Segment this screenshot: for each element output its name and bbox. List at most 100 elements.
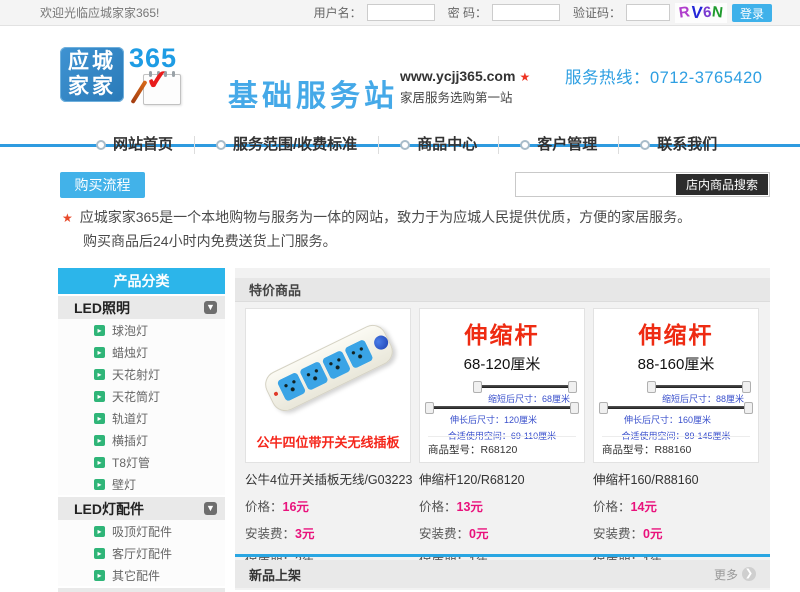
nav-item-label: 服务范围/收费标准 xyxy=(233,136,357,154)
model-value: R88160 xyxy=(655,444,692,456)
model-value: R68120 xyxy=(481,444,518,456)
more-label: 更多 xyxy=(714,566,738,583)
sidebar-item-0-4[interactable]: ▸轨道灯 xyxy=(58,407,225,429)
password-label: 密 码： xyxy=(448,4,487,21)
sidebar-item-label: 蜡烛灯 xyxy=(112,344,148,361)
category-sidebar: 产品分类 LED照明▼▸球泡灯▸蜡烛灯▸天花射灯▸天花筒灯▸轨道灯▸横插灯▸T8… xyxy=(58,268,225,592)
nav-item-3[interactable]: 客户管理 xyxy=(499,136,619,154)
login-box: 用户名： 密 码： 验证码： RV6N 登录 xyxy=(306,3,772,23)
captcha-char: N xyxy=(711,3,724,21)
username-input[interactable] xyxy=(367,4,435,21)
buy-flow-button[interactable]: 购买流程 xyxy=(60,172,145,198)
rod-short-image xyxy=(480,385,570,388)
chevron-down-icon: ▼ xyxy=(204,502,217,515)
sidebar-item-0-1[interactable]: ▸ 蜡烛灯 xyxy=(58,341,225,363)
product-card-1[interactable]: 伸缩杆68-120厘米缩短后尺寸：68厘米伸长后尺寸：120厘米合适使用空间：6… xyxy=(419,308,585,463)
sidebar-item-label: 天花射灯 xyxy=(112,366,160,383)
install-row: 安装费：0元 xyxy=(593,523,759,542)
site-url-block: www.ycjj365.com★ 家居服务选购第一站 xyxy=(400,68,530,106)
sidebar-item-0-3[interactable]: ▸天花筒灯 xyxy=(58,385,225,407)
rod-long-image xyxy=(432,406,572,409)
product-model: 商品型号：R68120 xyxy=(428,436,576,457)
sidebar-item-label: 吸顶灯配件 xyxy=(112,523,172,540)
product-name[interactable]: 公牛4位开关插板无线/G03223 xyxy=(245,469,411,488)
install-value: 3元 xyxy=(295,527,314,541)
site-logo[interactable]: 应城 家家 xyxy=(60,47,124,102)
sidebar-item-label: 轨道灯 xyxy=(112,410,148,427)
price-row: 价格：14元 xyxy=(593,496,759,515)
product-card-0[interactable]: 公牛四位带开关无线插板 xyxy=(245,308,411,463)
spec-long: 伸长后尺寸：160厘米 xyxy=(624,413,711,426)
sidebar-group-label: LED照明 xyxy=(74,298,130,318)
sidebar-item-0-5[interactable]: ▸横插灯 xyxy=(58,429,225,451)
arrow-right-icon: ▸ xyxy=(94,479,105,490)
more-arrow-icon: ❯ xyxy=(742,567,756,581)
model-label: 商品型号： xyxy=(428,444,481,456)
sidebar-item-1-0[interactable]: ▸ 吸顶灯配件 xyxy=(58,520,225,542)
site-header: 应城 家家 365 ✔ 基础服务站 www.ycjj365.com★ 家居服务选… xyxy=(0,26,800,121)
sidebar-group-1[interactable]: LED灯配件▼ xyxy=(58,497,225,520)
pencil-icon xyxy=(130,80,147,104)
new-arrivals-header: 新品上架 更多 ❯ xyxy=(235,560,770,588)
nav-item-2[interactable]: 商品中心 xyxy=(379,136,499,154)
more-link[interactable]: 更多 ❯ xyxy=(714,566,756,583)
sidebar-item-0-6[interactable]: ▸T8灯管 xyxy=(58,451,225,473)
nav-item-label: 网站首页 xyxy=(113,136,173,154)
arrow-right-icon: ▸ xyxy=(94,347,105,358)
arrow-right-icon: ▸ xyxy=(94,526,105,537)
sidebar-item-label: 横插灯 xyxy=(112,432,148,449)
model-label: 商品型号： xyxy=(602,444,655,456)
switch-button-icon xyxy=(372,333,391,352)
sidebar-group-partial[interactable] xyxy=(58,588,225,592)
sidebar-title: 产品分类 xyxy=(58,268,225,294)
password-input[interactable] xyxy=(492,4,560,21)
calendar-icon: ✔ xyxy=(143,74,181,105)
captcha-image[interactable]: RV6N xyxy=(675,3,727,23)
indicator-dot xyxy=(273,391,278,396)
product-name[interactable]: 伸缩杆160/R88160 xyxy=(593,469,759,488)
nav-item-label: 客户管理 xyxy=(537,136,597,154)
chevron-down-icon: ▼ xyxy=(204,301,217,314)
power-strip-image xyxy=(260,320,397,416)
product-image-caption: 公牛四位带开关无线插板 xyxy=(246,432,410,451)
spec-long: 伸长后尺寸：120厘米 xyxy=(450,413,537,426)
sidebar-item-0-7[interactable]: ▸壁灯 xyxy=(58,473,225,495)
captcha-input[interactable] xyxy=(626,4,670,21)
price-label: 价格： xyxy=(419,500,457,514)
spec-short: 缩短后尺寸：88厘米 xyxy=(662,392,744,405)
product-card-2[interactable]: 伸缩杆88-160厘米缩短后尺寸：88厘米伸长后尺寸：160厘米合适使用空间：8… xyxy=(593,308,759,463)
price-row: 价格：13元 xyxy=(419,496,585,515)
nav-bullet-icon xyxy=(400,140,410,150)
sidebar-item-label: T8灯管 xyxy=(112,454,150,471)
install-label: 安装费： xyxy=(593,527,643,541)
main-content: 特价商品 公牛四位带开关无线插板伸缩杆68-120厘米缩短后尺寸：68厘米伸长后… xyxy=(235,268,770,590)
sidebar-item-0-2[interactable]: ▸天花射灯 xyxy=(58,363,225,385)
product-name[interactable]: 伸缩杆120/R68120 xyxy=(419,469,585,488)
install-value: 0元 xyxy=(469,527,488,541)
login-button[interactable]: 登录 xyxy=(732,4,772,22)
sidebar-group-0[interactable]: LED照明 ▼ xyxy=(58,296,225,319)
sidebar-item-0-0[interactable]: ▸球泡灯 xyxy=(58,319,225,341)
search-button[interactable]: 店内商品搜索 xyxy=(676,174,768,195)
search-input[interactable] xyxy=(516,175,676,194)
intro-text: ★应城家家365是一个本地购物与服务为一体的网站，致力于为应城人民提供优质，方便… xyxy=(62,206,767,253)
logo-line2: 家家 xyxy=(68,75,116,100)
nav-item-4[interactable]: 联系我们 xyxy=(619,136,738,154)
product-cards-row: 公牛四位带开关无线插板伸缩杆68-120厘米缩短后尺寸：68厘米伸长后尺寸：12… xyxy=(245,308,759,463)
sidebar-item-label: 天花筒灯 xyxy=(112,388,160,405)
sidebar-item-label: 球泡灯 xyxy=(112,322,148,339)
sidebar-item-label: 客厅灯配件 xyxy=(112,545,172,562)
product-size-range: 68-120厘米 xyxy=(420,353,584,374)
install-row: 安装费：0元 xyxy=(419,523,585,542)
sidebar-item-1-1[interactable]: ▸客厅灯配件 xyxy=(58,542,225,564)
search-box: 店内商品搜索 xyxy=(515,172,770,197)
bullet-star-icon: ★ xyxy=(62,211,73,225)
sidebar-item-1-2[interactable]: ▸其它配件 xyxy=(58,564,225,586)
price-value: 14元 xyxy=(631,500,657,514)
site-slogan: 家居服务选购第一站 xyxy=(400,87,530,106)
service-hotline: 服务热线：0712-3765420 xyxy=(565,64,762,88)
logo-line1: 应城 xyxy=(68,50,116,75)
nav-item-0[interactable]: 网站首页 xyxy=(75,136,195,154)
nav-item-1[interactable]: 服务范围/收费标准 xyxy=(195,136,379,154)
spec-short: 缩短后尺寸：68厘米 xyxy=(488,392,570,405)
